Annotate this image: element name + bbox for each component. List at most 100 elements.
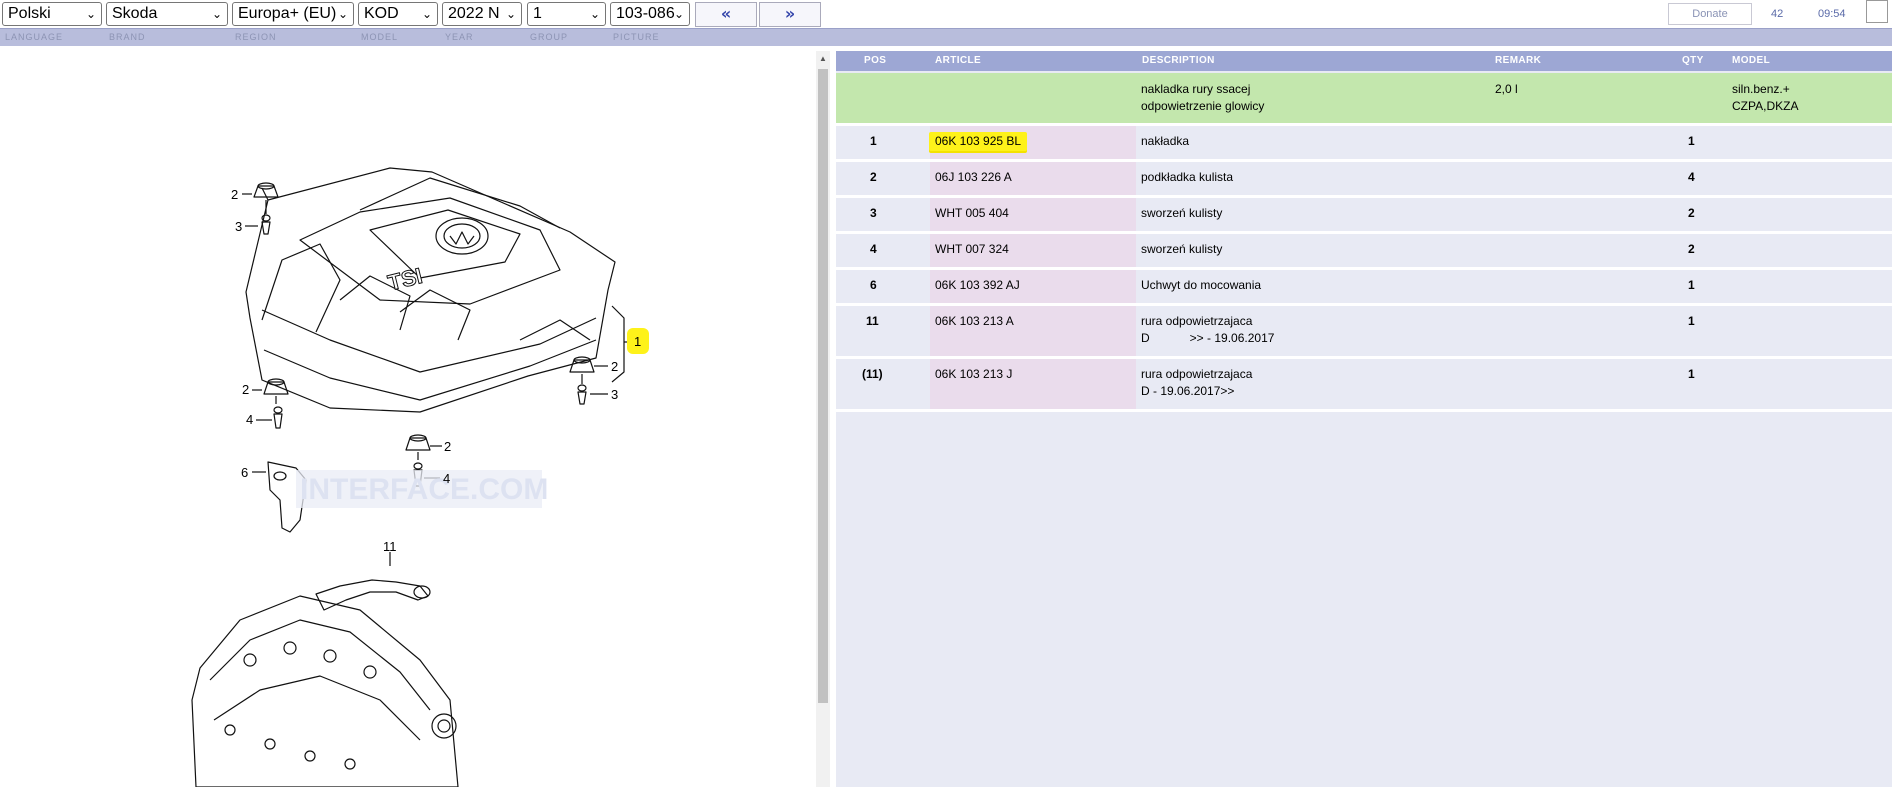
watermark: INTERFACE.COM — [300, 473, 548, 506]
row-qty: 1 — [1688, 278, 1695, 292]
callout-2[interactable]: 2 — [231, 187, 238, 202]
language-select[interactable]: Polski ⌄ — [2, 2, 102, 26]
brand-select[interactable]: Skoda ⌄ — [106, 2, 228, 26]
label-brand: BRAND — [109, 32, 146, 42]
tsi-logo-text: TSI — [385, 263, 424, 296]
row-article[interactable]: 06K 103 213 A — [935, 313, 1014, 330]
language-select-value: Polski — [8, 5, 51, 22]
row-pos: 1 — [870, 134, 877, 148]
label-language: LANGUAGE — [5, 32, 64, 42]
chevron-down-icon: ⌄ — [337, 7, 348, 21]
row-article[interactable]: 06K 103 392 AJ — [935, 277, 1020, 294]
callout-2[interactable]: 2 — [444, 439, 451, 454]
selector-toolbar: Polski ⌄ Skoda ⌄ Europa+ (EU) ⌄ KOD ⌄ 2022 N… — [0, 0, 1892, 28]
row-qty: 1 — [1688, 314, 1695, 328]
visit-counter: 42 — [1771, 8, 1784, 20]
table-row[interactable]: 4 WHT 007 324 sworzeń kulisty 2 — [836, 234, 1892, 270]
callout-2[interactable]: 2 — [242, 382, 249, 397]
model-select[interactable]: KOD ⌄ — [358, 2, 438, 26]
chevron-down-icon: ⌄ — [421, 7, 432, 21]
row-pos: 4 — [870, 242, 877, 256]
scroll-up-arrow-icon[interactable]: ▲ — [818, 54, 828, 64]
year-select[interactable]: 2022 N ⌄ — [442, 2, 522, 26]
callout-2[interactable]: 2 — [611, 359, 618, 374]
row-qty: 1 — [1688, 134, 1695, 148]
row-description: sworzeń kulisty — [1141, 206, 1223, 220]
table-header: POS ARTICLE DESCRIPTION REMARK QTY MODEL — [836, 51, 1892, 71]
row-pos: 6 — [870, 278, 877, 292]
row-pos: 2 — [870, 170, 877, 184]
info-description-line2: odpowietrzenie glowicy — [1141, 99, 1265, 113]
row-qty: 2 — [1688, 206, 1695, 220]
table-row[interactable]: 11 06K 103 213 A rura odpowietrzajaca D … — [836, 306, 1892, 359]
picture-select-value: 103-086 — [616, 5, 675, 22]
row-pos: 3 — [870, 206, 877, 220]
table-row[interactable]: (11) 06K 103 213 J rura odpowietrzajaca … — [836, 359, 1892, 412]
exploded-view-drawing[interactable]: TSI INTERFACE.COM 2 3 1 2 3 2 4 2 4 6 11 — [0, 47, 815, 787]
brand-select-value: Skoda — [112, 5, 158, 22]
region-select-value: Europa+ (EU) — [238, 5, 337, 22]
row-description: rura odpowietrzajaca — [1141, 367, 1253, 381]
model-select-value: KOD — [364, 5, 399, 22]
header-pos: POS — [864, 55, 887, 66]
row-qty: 2 — [1688, 242, 1695, 256]
header-qty: QTY — [1682, 55, 1704, 66]
table-row[interactable]: 1 06K 103 925 BL nakładka 1 — [836, 126, 1892, 162]
row-qty: 4 — [1688, 170, 1695, 184]
year-select-value: 2022 N — [448, 5, 500, 22]
clock-time: 09:54 — [1818, 8, 1846, 20]
row-description: Uchwyt do mocowania — [1141, 278, 1262, 292]
info-model-line2: CZPA,DKZA — [1732, 99, 1799, 113]
label-group: GROUP — [530, 32, 569, 42]
chevron-down-icon: ⌄ — [505, 7, 516, 21]
row-description-note: D >> - 19.06.2017 — [1141, 331, 1275, 345]
callout-3[interactable]: 3 — [611, 387, 618, 402]
table-row[interactable]: 2 06J 103 226 A podkładka kulista 4 — [836, 162, 1892, 198]
region-select[interactable]: Europa+ (EU) ⌄ — [232, 2, 354, 26]
row-description-note: D - 19.06.2017>> — [1141, 384, 1235, 398]
row-description: sworzeń kulisty — [1141, 242, 1223, 256]
label-region: REGION — [235, 32, 277, 42]
chevron-down-icon: ⌄ — [85, 7, 96, 21]
row-qty: 1 — [1688, 367, 1695, 381]
info-model-line1: siln.benz.+ — [1732, 82, 1790, 96]
info-description-line1: nakladka rury ssacej — [1141, 82, 1251, 96]
info-row: nakladka rury ssacej odpowietrzenie glow… — [836, 73, 1892, 126]
scrollbar-thumb[interactable] — [818, 69, 828, 703]
header-remark: REMARK — [1495, 55, 1542, 66]
row-article[interactable]: 06J 103 226 A — [935, 169, 1012, 186]
row-pos: 11 — [866, 314, 879, 328]
chevron-down-icon: ⌄ — [589, 7, 600, 21]
donate-button[interactable]: Donate — [1668, 3, 1752, 25]
callout-1[interactable]: 1 — [634, 334, 641, 349]
header-description: DESCRIPTION — [1142, 55, 1215, 66]
row-description: podkładka kulista — [1141, 170, 1234, 184]
next-picture-button[interactable]: » — [759, 2, 821, 27]
chevron-down-icon: ⌄ — [211, 7, 222, 21]
info-remark: 2,0 l — [1495, 82, 1518, 96]
menu-box[interactable] — [1866, 0, 1888, 23]
label-picture: PICTURE — [613, 32, 660, 42]
callout-4[interactable]: 4 — [246, 412, 253, 427]
parts-table: POS ARTICLE DESCRIPTION REMARK QTY MODEL… — [836, 51, 1892, 787]
header-article: ARTICLE — [935, 55, 982, 66]
row-pos: (11) — [862, 367, 883, 381]
row-article[interactable]: WHT 005 404 — [935, 205, 1009, 222]
label-year: YEAR — [445, 32, 474, 42]
callout-11[interactable]: 11 — [383, 539, 397, 554]
callout-6[interactable]: 6 — [241, 465, 248, 480]
group-select-value: 1 — [533, 5, 542, 22]
group-select[interactable]: 1 ⌄ — [527, 2, 606, 26]
callout-3[interactable]: 3 — [235, 219, 242, 234]
label-model: MODEL — [361, 32, 399, 42]
row-article[interactable]: 06K 103 213 J — [935, 366, 1012, 383]
previous-picture-button[interactable]: « — [695, 2, 757, 27]
callout-4[interactable]: 4 — [443, 471, 450, 486]
chevron-down-icon: ⌄ — [673, 7, 684, 21]
table-row[interactable]: 3 WHT 005 404 sworzeń kulisty 2 — [836, 198, 1892, 234]
row-article-highlighted[interactable]: 06K 103 925 BL — [929, 132, 1028, 151]
picture-select[interactable]: 103-086 ⌄ — [610, 2, 690, 26]
parts-diagram: TSI INTERFACE.COM 2 3 1 2 3 2 4 2 4 6 11 — [191, 167, 649, 787]
table-row[interactable]: 6 06K 103 392 AJ Uchwyt do mocowania 1 — [836, 270, 1892, 306]
row-article[interactable]: WHT 007 324 — [935, 241, 1009, 258]
